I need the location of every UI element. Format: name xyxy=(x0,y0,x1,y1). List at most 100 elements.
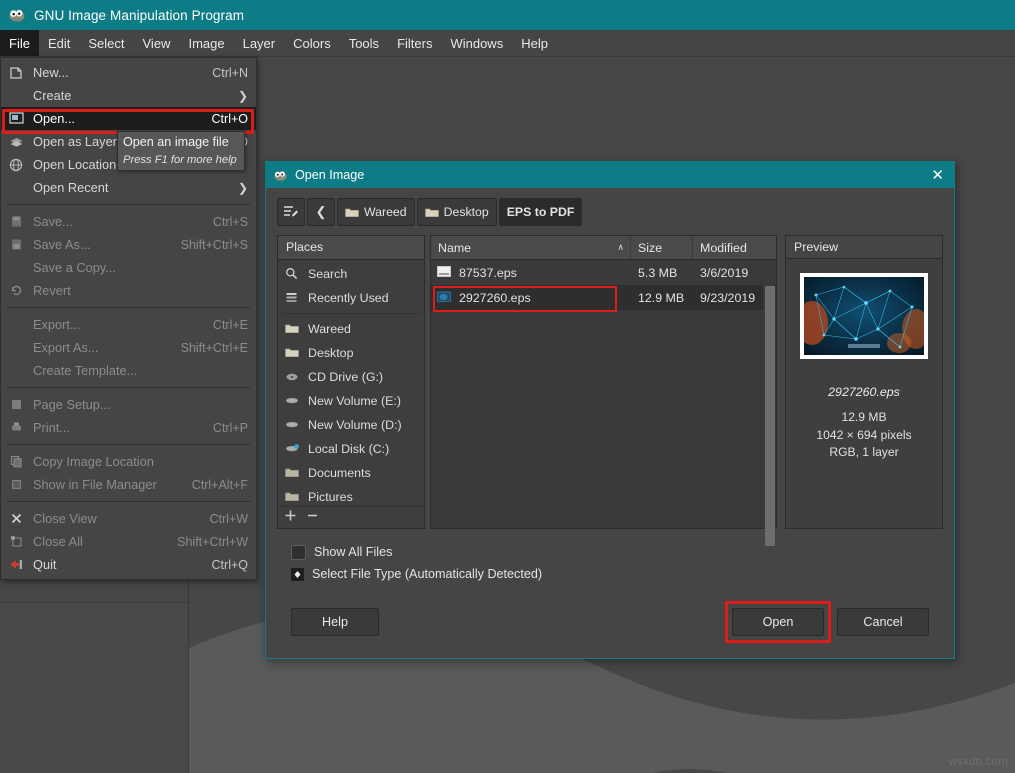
scrollbar-thumb[interactable] xyxy=(765,286,775,546)
file-manager-icon xyxy=(7,477,25,493)
file-name-label: 87537.eps xyxy=(459,266,517,280)
gimp-window: GNU Image Manipulation Program File Edit… xyxy=(0,0,1015,773)
menubar-item-tools[interactable]: Tools xyxy=(340,30,388,56)
places-item-documents[interactable]: Documents xyxy=(278,461,424,485)
menubar-item-view[interactable]: View xyxy=(134,30,180,56)
close-all-icon xyxy=(7,534,25,550)
places-item-cd-drive[interactable]: CD Drive (G:) xyxy=(278,365,424,389)
breadcrumb-wareed[interactable]: Wareed xyxy=(337,198,415,226)
location-entry-icon[interactable] xyxy=(277,198,305,226)
blank-icon xyxy=(7,88,25,104)
preview-thumbnail-frame xyxy=(800,273,928,359)
menu-item-new[interactable]: New... Ctrl+N xyxy=(1,61,256,84)
places-item-local-disk-c[interactable]: Local Disk (C:) xyxy=(278,437,424,461)
menu-item-label: Export... xyxy=(33,317,199,332)
menu-item-label: Save As... xyxy=(33,237,167,252)
add-bookmark-icon[interactable] xyxy=(284,509,297,527)
menubar-item-colors[interactable]: Colors xyxy=(284,30,340,56)
menubar: File Edit Select View Image Layer Colors… xyxy=(0,30,1015,57)
menubar-item-windows[interactable]: Windows xyxy=(441,30,512,56)
show-all-files-checkbox[interactable] xyxy=(291,545,306,560)
menu-item-accel: Shift+Ctrl+E xyxy=(181,341,248,355)
menubar-item-help[interactable]: Help xyxy=(512,30,557,56)
tooltip-hint: Press F1 for more help xyxy=(123,154,239,166)
close-icon[interactable]: ✕ xyxy=(927,166,948,185)
places-item-pictures[interactable]: Pictures xyxy=(278,485,424,506)
menu-item-accel: Ctrl+N xyxy=(212,66,248,80)
places-item-search[interactable]: Search xyxy=(278,262,424,286)
menu-item-label: Close All xyxy=(33,534,163,549)
breadcrumb-label: EPS to PDF xyxy=(507,205,575,219)
file-name-cell: 87537.eps xyxy=(431,266,631,280)
preview-filesize: 12.9 MB xyxy=(816,409,911,427)
menu-item-label: Quit xyxy=(33,557,198,572)
open-button-highlight-box: Open xyxy=(725,601,831,643)
file-name-cell: 2927260.eps xyxy=(431,291,631,305)
places-item-desktop[interactable]: Desktop xyxy=(278,341,424,365)
menu-item-print: Print... Ctrl+P xyxy=(1,416,256,439)
column-label-name: Name xyxy=(438,241,471,255)
breadcrumb-label: Desktop xyxy=(444,205,489,219)
menu-item-quit[interactable]: Quit Ctrl+Q xyxy=(1,553,256,576)
path-back-button[interactable]: ❮ xyxy=(307,198,335,226)
menubar-item-image[interactable]: Image xyxy=(179,30,233,56)
table-row[interactable]: 2927260.eps 12.9 MB 9/23/2019 xyxy=(431,285,776,310)
cancel-button[interactable]: Cancel xyxy=(837,608,929,636)
menubar-item-select[interactable]: Select xyxy=(79,30,133,56)
expander-icon[interactable] xyxy=(291,568,304,581)
file-list-scrollbar[interactable] xyxy=(763,260,776,528)
wilber-icon xyxy=(273,169,288,182)
menu-item-export-as: Export As... Shift+Ctrl+E xyxy=(1,336,256,359)
file-size-cell: 5.3 MB xyxy=(631,266,693,280)
menu-item-accel: Ctrl+O xyxy=(212,112,248,126)
help-button[interactable]: Help xyxy=(291,608,379,636)
blank-icon xyxy=(7,180,25,196)
menu-item-label: New... xyxy=(33,65,198,80)
places-item-new-volume-e[interactable]: New Volume (E:) xyxy=(278,389,424,413)
select-file-type-label: Select File Type (Automatically Detected… xyxy=(312,567,542,581)
preview-header: Preview xyxy=(785,235,943,259)
menu-item-label: Copy Image Location xyxy=(33,454,248,469)
menu-item-open-recent[interactable]: Open Recent ❯ xyxy=(1,176,256,199)
preview-pane: Preview xyxy=(785,235,943,529)
breadcrumb-eps-to-pdf[interactable]: EPS to PDF xyxy=(499,198,583,226)
places-list: Search Recently Used xyxy=(278,260,424,506)
menubar-item-edit[interactable]: Edit xyxy=(39,30,79,56)
menu-item-copy-image-location: Copy Image Location xyxy=(1,450,256,473)
column-header-modified[interactable]: Modified xyxy=(693,236,776,259)
places-item-new-volume-d[interactable]: New Volume (D:) xyxy=(278,413,424,437)
menubar-item-layer[interactable]: Layer xyxy=(234,30,285,56)
menu-item-open[interactable]: Open... Ctrl+O xyxy=(1,107,256,130)
menubar-item-filters[interactable]: Filters xyxy=(388,30,441,56)
print-icon xyxy=(7,420,25,436)
chevron-right-icon: ❯ xyxy=(238,90,248,102)
menu-item-accel: Ctrl+Alt+F xyxy=(192,478,248,492)
menu-item-create[interactable]: Create ❯ xyxy=(1,84,256,107)
quit-icon xyxy=(7,557,25,573)
show-all-files-row[interactable]: Show All Files xyxy=(291,541,929,563)
places-item-wareed[interactable]: Wareed xyxy=(278,317,424,341)
drive-icon xyxy=(285,395,302,406)
breadcrumb-desktop[interactable]: Desktop xyxy=(417,198,497,226)
menu-item-label: Revert xyxy=(33,283,248,298)
menu-separator xyxy=(7,501,250,502)
places-sidebar: Places Search Recently Use xyxy=(277,235,425,529)
places-footer xyxy=(278,506,424,528)
table-row[interactable]: 87537.eps 5.3 MB 3/6/2019 xyxy=(431,260,776,285)
column-header-size[interactable]: Size xyxy=(631,236,693,259)
drive-icon xyxy=(285,419,302,430)
places-item-recently-used[interactable]: Recently Used xyxy=(278,286,424,310)
preview-thumbnail xyxy=(804,277,924,355)
file-list-pane: Name ∧ Size Modified 87537.ep xyxy=(430,235,777,529)
chevron-left-icon: ❮ xyxy=(316,204,327,220)
places-item-label: Local Disk (C:) xyxy=(308,442,389,456)
column-header-name[interactable]: Name ∧ xyxy=(431,236,631,259)
places-item-label: CD Drive (G:) xyxy=(308,370,383,384)
menu-item-accel: Shift+Ctrl+S xyxy=(181,238,248,252)
menubar-item-file[interactable]: File xyxy=(0,30,39,56)
window-titlebar: GNU Image Manipulation Program xyxy=(0,0,1015,30)
select-file-type-row[interactable]: Select File Type (Automatically Detected… xyxy=(291,563,929,585)
open-button[interactable]: Open xyxy=(732,608,824,636)
remove-bookmark-icon[interactable] xyxy=(306,509,319,527)
file-size-cell: 12.9 MB xyxy=(631,291,693,305)
